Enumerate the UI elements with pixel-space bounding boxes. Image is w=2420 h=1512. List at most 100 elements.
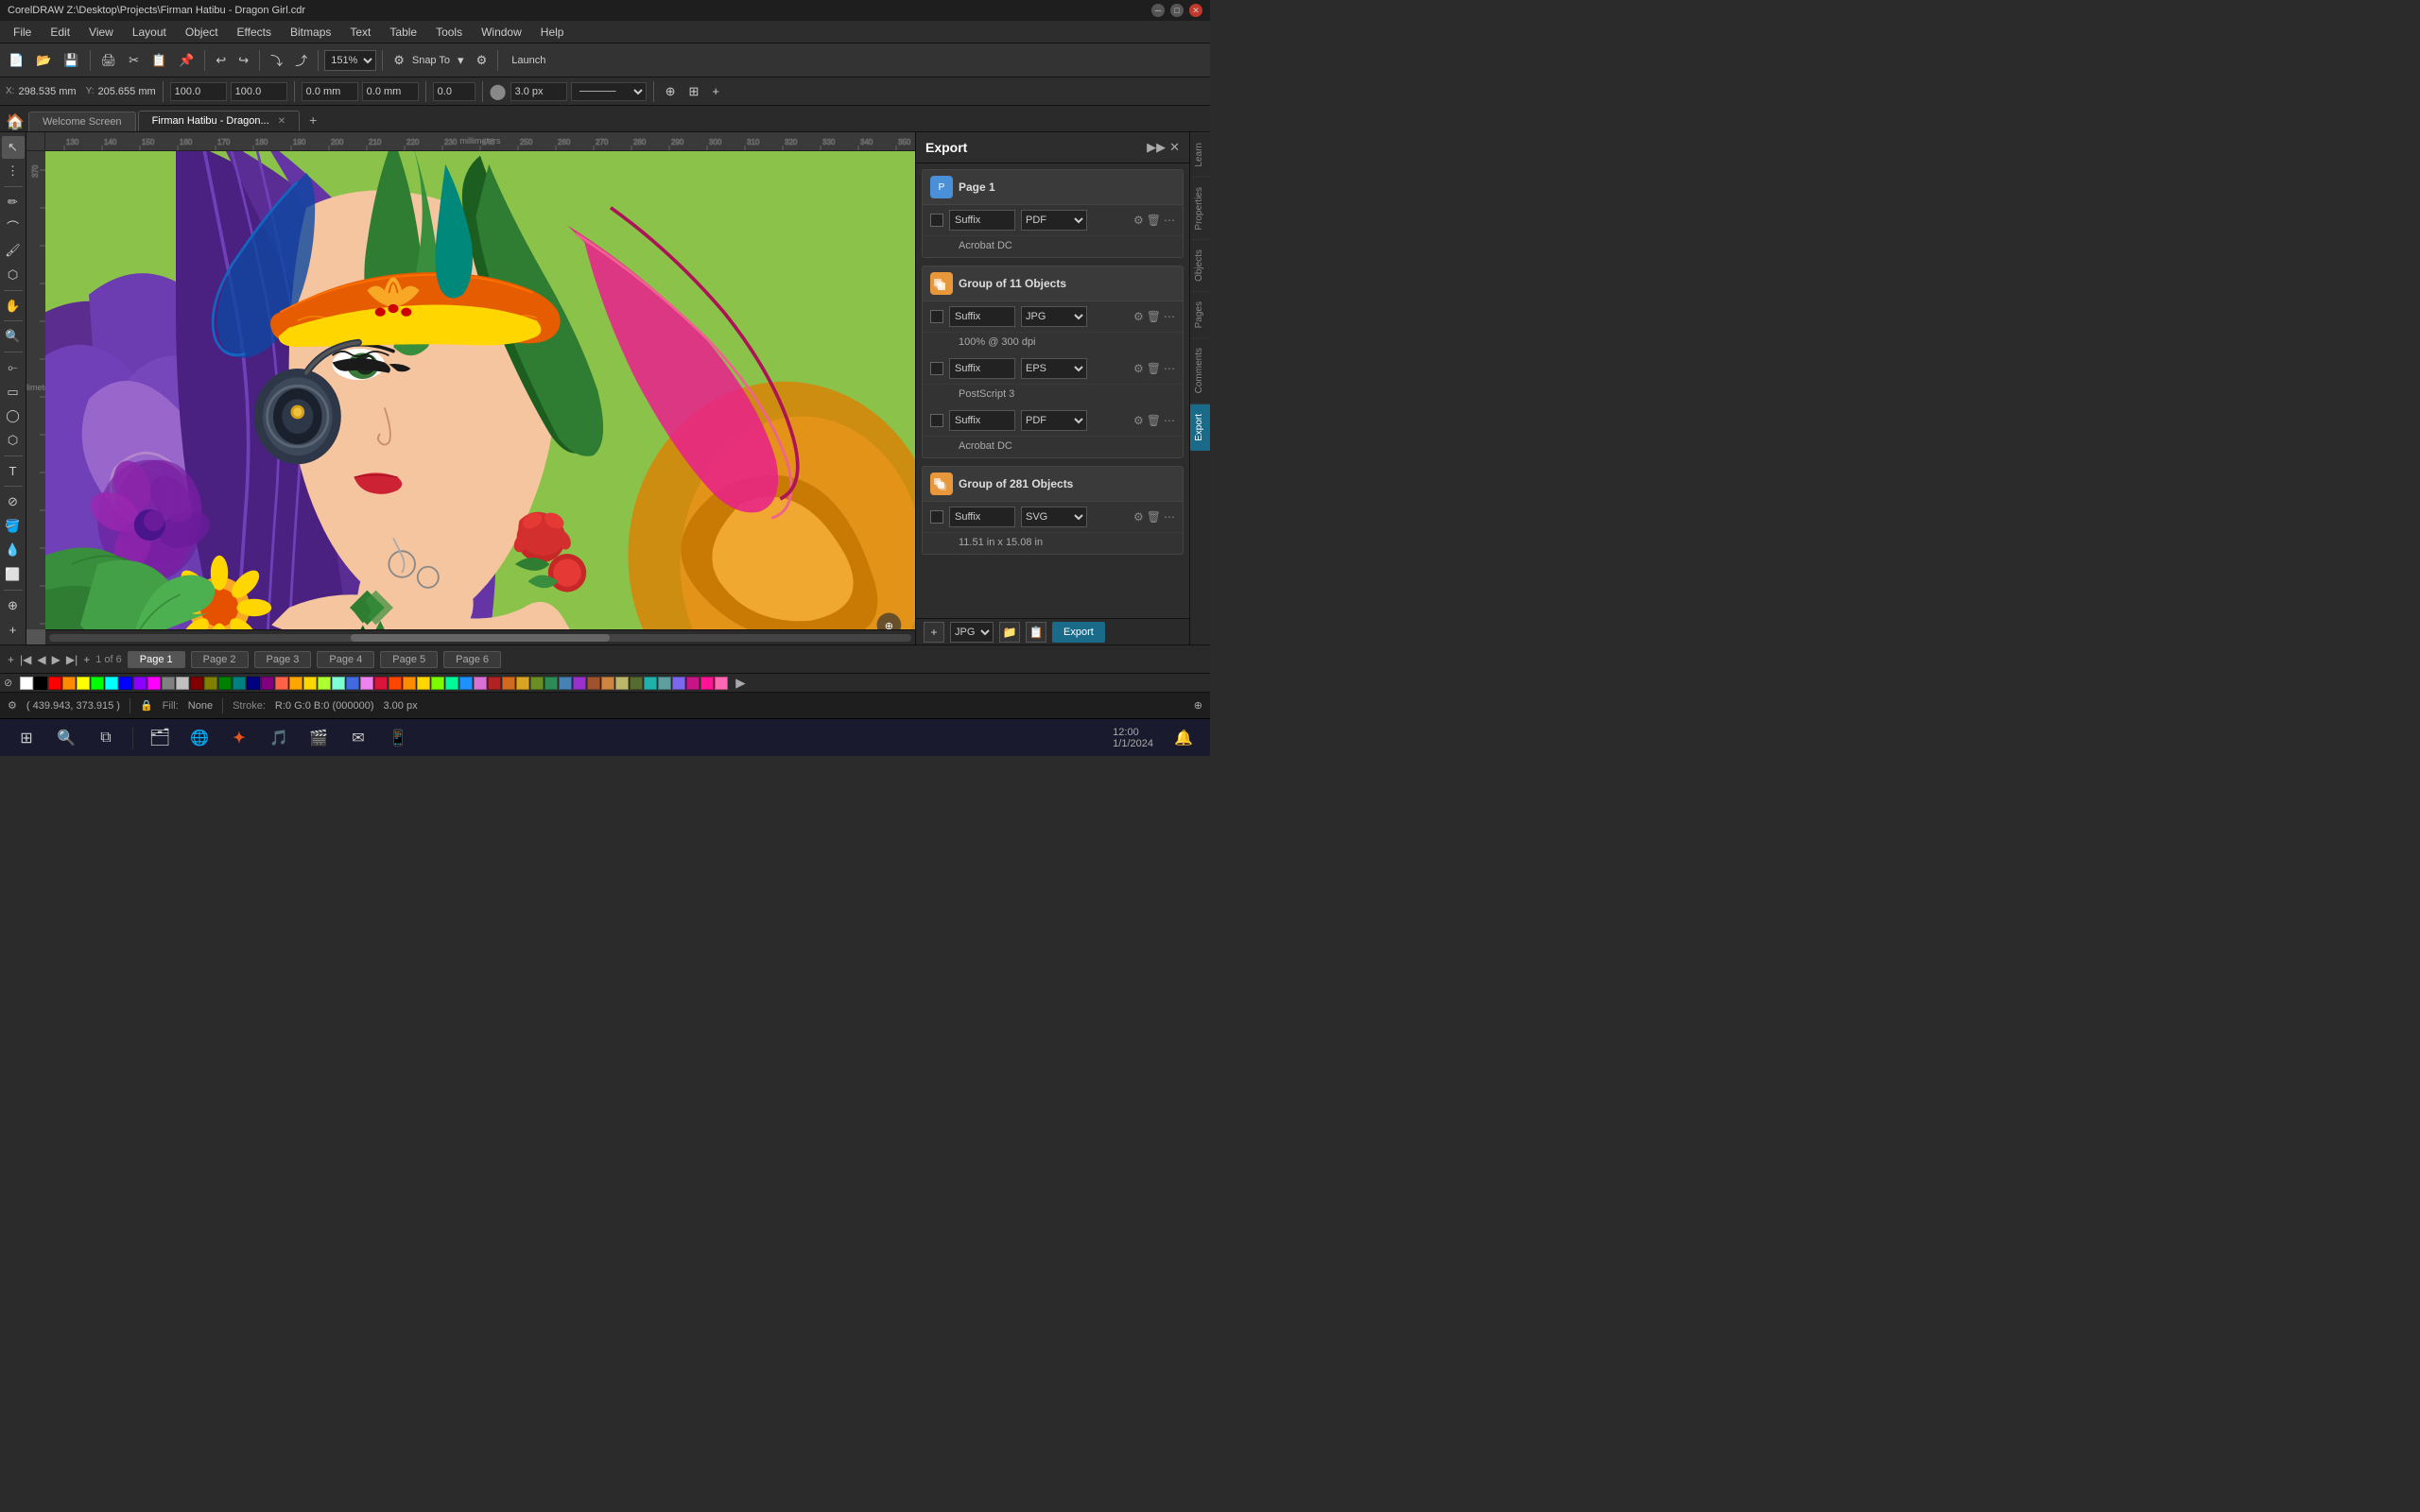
page-tab-1[interactable]: Page 1 — [128, 651, 185, 668]
back-arrow-icon[interactable]: 🏠 — [6, 112, 25, 131]
color-swatch-10[interactable] — [162, 677, 175, 690]
group11-eps-delete-button[interactable]: 🗑 — [1147, 362, 1161, 375]
group11-pdf-more-button[interactable]: ⋯ — [1164, 414, 1175, 427]
color-swatch-2[interactable] — [48, 677, 61, 690]
first-page-button[interactable]: |◀ — [20, 653, 31, 666]
group11-pdf-settings-button[interactable]: ⚙ — [1133, 414, 1144, 427]
color-swatch-40[interactable] — [587, 677, 600, 690]
color-swatch-17[interactable] — [261, 677, 274, 690]
blend-tool[interactable]: ⊕ — [2, 594, 25, 617]
pos-y-input[interactable] — [362, 82, 419, 101]
color-swatch-48[interactable] — [700, 677, 714, 690]
color-swatch-7[interactable] — [119, 677, 132, 690]
line-tool[interactable]: ⊘ — [2, 490, 25, 513]
last-page-button[interactable]: ▶| — [66, 653, 78, 666]
export-run-button[interactable]: Export — [1052, 622, 1105, 643]
menu-item-table[interactable]: Table — [380, 24, 426, 41]
group281-svg-settings-button[interactable]: ⚙ — [1133, 510, 1144, 524]
color-swatch-32[interactable] — [474, 677, 487, 690]
color-swatch-36[interactable] — [530, 677, 544, 690]
group11-jpg-more-button[interactable]: ⋯ — [1164, 310, 1175, 323]
palette-scroll-right[interactable]: ▶ — [732, 674, 749, 693]
text-tool[interactable]: T — [2, 460, 25, 483]
group11-pdf-delete-button[interactable]: 🗑 — [1147, 414, 1161, 427]
horizontal-scrollbar[interactable] — [45, 629, 915, 644]
color-swatch-21[interactable] — [318, 677, 331, 690]
no-fill-button[interactable]: ⊘ — [0, 675, 16, 691]
menu-item-file[interactable]: File — [4, 24, 41, 41]
page1-format-select[interactable]: PDFJPGPNGSVGEPS — [1021, 210, 1087, 231]
start-button[interactable]: ⊞ — [9, 721, 43, 755]
tab-properties[interactable]: Properties — [1190, 177, 1210, 240]
prev-page-button[interactable]: ◀ — [37, 653, 45, 666]
color-swatch-29[interactable] — [431, 677, 444, 690]
group11-jpg-settings-button[interactable]: ⚙ — [1133, 310, 1144, 323]
ellipse-tool[interactable]: ◯ — [2, 404, 25, 427]
group11-pdf-checkbox[interactable] — [930, 414, 943, 427]
tab-add-button[interactable]: + — [302, 109, 324, 131]
stroke-style-dropdown[interactable]: ───── — [571, 82, 647, 101]
angle-input[interactable] — [433, 82, 475, 101]
media-button[interactable]: 🎬 — [302, 721, 336, 755]
stroke-size-input[interactable] — [510, 82, 567, 101]
select-tool[interactable]: ↖ — [2, 136, 25, 159]
color-swatch-13[interactable] — [204, 677, 217, 690]
group11-pdf-format-select[interactable]: PDFJPGPNGSVGEPS — [1021, 410, 1087, 431]
page1-settings-button[interactable]: ⚙ — [1133, 214, 1144, 227]
group281-svg-format-select[interactable]: SVGPDFJPGPNGEPS — [1021, 507, 1087, 527]
page-tab-2[interactable]: Page 2 — [191, 651, 249, 668]
color-swatch-20[interactable] — [303, 677, 317, 690]
music-button[interactable]: 🎵 — [262, 721, 296, 755]
zoom-dropdown[interactable]: 151% 100% 75% 50% — [324, 50, 376, 71]
color-swatch-22[interactable] — [332, 677, 345, 690]
menu-item-edit[interactable]: Edit — [41, 24, 79, 41]
interactive-fill-tool[interactable]: ⬜ — [2, 563, 25, 586]
page1-suffix-input[interactable] — [949, 210, 1015, 231]
file-explorer-button[interactable]: 🗂 — [143, 721, 177, 755]
color-swatch-6[interactable] — [105, 677, 118, 690]
notification-button[interactable]: 🔔 — [1167, 721, 1201, 755]
pan-tool[interactable]: ✋ — [2, 295, 25, 318]
tab-comments[interactable]: Comments — [1190, 337, 1210, 403]
pos-x-input[interactable] — [302, 82, 358, 101]
export-format-dropdown[interactable]: JPGPDFPNGSVGEPS — [950, 622, 994, 643]
color-swatch-45[interactable] — [658, 677, 671, 690]
color-swatch-34[interactable] — [502, 677, 515, 690]
menu-item-help[interactable]: Help — [531, 24, 574, 41]
print-button[interactable]: 🖨 — [96, 50, 122, 71]
color-swatch-19[interactable] — [289, 677, 302, 690]
group11-eps-format-select[interactable]: EPSPDFJPGPNGSVG — [1021, 358, 1087, 379]
minimize-button[interactable]: ─ — [1151, 4, 1165, 17]
menu-item-tools[interactable]: Tools — [426, 24, 472, 41]
group281-svg-delete-button[interactable]: 🗑 — [1147, 510, 1161, 524]
menu-item-bitmaps[interactable]: Bitmaps — [281, 24, 340, 41]
tab-learn[interactable]: Learn — [1190, 132, 1210, 177]
canvas-content[interactable]: ⊕ — [45, 151, 915, 629]
bezier-tool[interactable]: ⌒ — [2, 215, 25, 238]
color-swatch-39[interactable] — [573, 677, 586, 690]
group281-svg-more-button[interactable]: ⋯ — [1164, 510, 1175, 524]
group281-svg-suffix-input[interactable] — [949, 507, 1015, 527]
scrollbar-thumb[interactable] — [351, 634, 610, 642]
coreldraw-button[interactable]: ✦ — [222, 721, 256, 755]
color-swatch-43[interactable] — [630, 677, 643, 690]
phone-button[interactable]: 📱 — [381, 721, 415, 755]
close-panel-button[interactable]: ✕ — [1169, 140, 1180, 155]
tab-pages[interactable]: Pages — [1190, 291, 1210, 337]
play-button[interactable]: ▶ — [52, 653, 60, 666]
task-view-button[interactable]: ⧉ — [89, 721, 123, 755]
color-swatch-4[interactable] — [77, 677, 90, 690]
color-swatch-30[interactable] — [445, 677, 458, 690]
page1-more-button[interactable]: ⋯ — [1164, 214, 1175, 227]
copy-button[interactable]: 📋 — [147, 50, 171, 71]
options-button[interactable]: ⚙ — [472, 50, 493, 71]
color-swatch-26[interactable] — [389, 677, 402, 690]
color-swatch-28[interactable] — [417, 677, 430, 690]
page1-delete-button[interactable]: 🗑 — [1147, 214, 1161, 227]
color-swatch-11[interactable] — [176, 677, 189, 690]
color-swatch-18[interactable] — [275, 677, 288, 690]
menu-item-view[interactable]: View — [79, 24, 123, 41]
smart-fill-tool[interactable]: ⬡ — [2, 264, 25, 286]
add-property-button[interactable]: + — [707, 81, 724, 101]
color-swatch-42[interactable] — [615, 677, 629, 690]
